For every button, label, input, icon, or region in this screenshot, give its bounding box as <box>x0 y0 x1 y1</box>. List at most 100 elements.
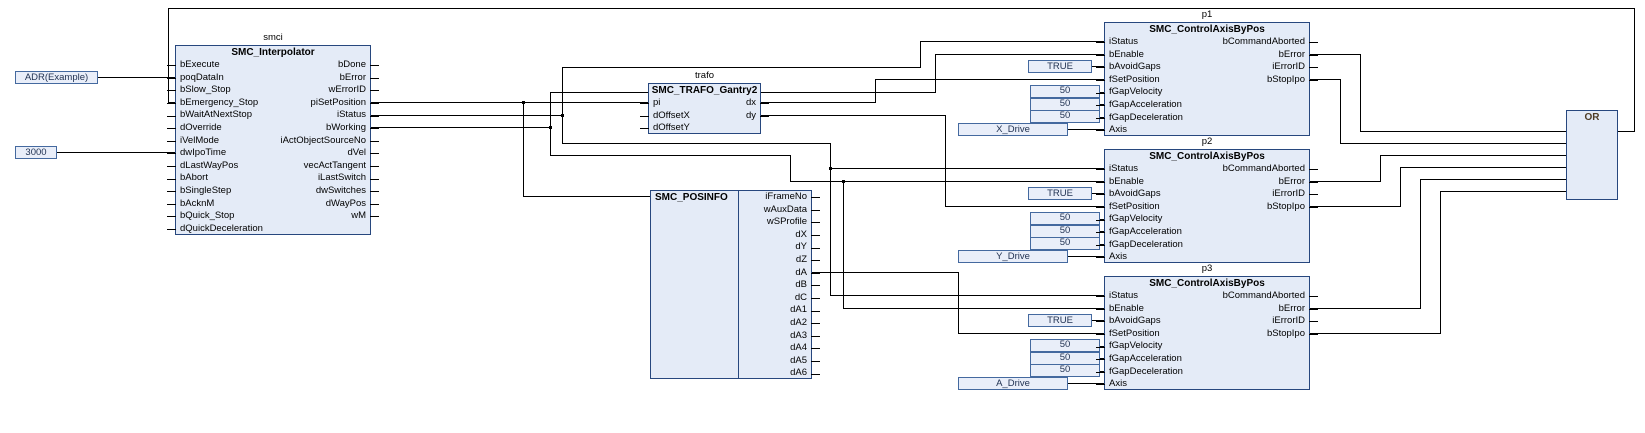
pin-iActObjectSourceNo[interactable]: iActObjectSourceNo <box>180 135 366 148</box>
pin-bDone[interactable]: bDone <box>180 59 366 72</box>
pin-dA2[interactable]: dA2 <box>742 317 807 330</box>
pin-wSProfile[interactable]: wSProfile <box>742 216 807 229</box>
literal-gap-deceleration-p2[interactable]: 50 <box>1030 237 1100 250</box>
wire <box>550 155 790 156</box>
literal-gap-velocity-p1[interactable]: 50 <box>1030 85 1100 98</box>
pin-dA4[interactable]: dA4 <box>742 342 807 355</box>
pin-bError[interactable]: bError <box>180 72 366 85</box>
block-smc-interpolator[interactable]: SMC_Interpolator bExecute poqDataIn bSlo… <box>175 45 371 235</box>
pin-dWayPos[interactable]: dWayPos <box>180 198 366 211</box>
pin-dZ[interactable]: dZ <box>742 254 807 267</box>
wire <box>371 127 550 128</box>
pin-fGapAcceleration[interactable]: fGapAcceleration <box>1109 99 1305 112</box>
pin-dVel[interactable]: dVel <box>180 147 366 160</box>
wire <box>875 79 1104 80</box>
pin-wErrorID[interactable]: wErrorID <box>180 84 366 97</box>
pin-iStatus[interactable]: iStatus <box>180 109 366 122</box>
pin-dA3[interactable]: dA3 <box>742 330 807 343</box>
pin-Axis[interactable]: Axis <box>1109 251 1305 264</box>
wire <box>1310 308 1420 309</box>
block-control-axis-p2[interactable]: SMC_ControlAxisByPos iStatus bEnable bAv… <box>1104 149 1310 263</box>
pin-dA[interactable]: dA <box>742 267 807 280</box>
literal-gap-deceleration-p3[interactable]: 50 <box>1030 364 1100 377</box>
pin-fGapDeceleration[interactable]: fGapDeceleration <box>1109 112 1305 125</box>
pin-fGapVelocity[interactable]: fGapVelocity <box>1109 213 1305 226</box>
wire <box>1360 131 1566 132</box>
block-title: SMC_ControlAxisByPos <box>1105 150 1309 163</box>
pin-fGapDeceleration[interactable]: fGapDeceleration <box>1109 366 1305 379</box>
literal-adr-example[interactable]: ADR(Example) <box>15 71 98 84</box>
wire <box>371 115 562 116</box>
pin-bStopIpo[interactable]: bStopIpo <box>1109 328 1305 341</box>
pin-dA5[interactable]: dA5 <box>742 355 807 368</box>
instance-label-p3[interactable]: p3 <box>1104 263 1310 275</box>
literal-gap-acceleration-p2[interactable]: 50 <box>1030 225 1100 238</box>
block-title: SMC_POSINFO <box>655 192 728 203</box>
block-smc-posinfo[interactable]: SMC_POSINFO iFrameNo wAuxData wSProfile … <box>650 190 812 379</box>
instance-label-smci[interactable]: smci <box>175 32 371 44</box>
divider <box>738 191 739 378</box>
wire <box>920 41 921 68</box>
literal-true-p1[interactable]: TRUE <box>1028 60 1092 73</box>
pin-dA1[interactable]: dA1 <box>742 304 807 317</box>
pin-bError[interactable]: bError <box>1109 49 1305 62</box>
pin-iErrorID[interactable]: iErrorID <box>1109 61 1305 74</box>
pin-fGapAcceleration[interactable]: fGapAcceleration <box>1109 226 1305 239</box>
block-control-axis-p1[interactable]: SMC_ControlAxisByPos iStatus bEnable bAv… <box>1104 22 1310 136</box>
pin-fGapDeceleration[interactable]: fGapDeceleration <box>1109 239 1305 252</box>
pin-vecActTangent[interactable]: vecActTangent <box>180 160 366 173</box>
wire <box>562 115 563 144</box>
wire <box>1310 181 1380 182</box>
pin-bError[interactable]: bError <box>1109 303 1305 316</box>
pin-dC[interactable]: dC <box>742 292 807 305</box>
pin-iLastSwitch[interactable]: iLastSwitch <box>180 172 366 185</box>
literal-x-drive[interactable]: X_Drive <box>958 123 1068 136</box>
pin-Axis[interactable]: Axis <box>1109 378 1305 391</box>
pin-dQuickDeceleration[interactable]: dQuickDeceleration <box>180 223 366 236</box>
literal-gap-velocity-p3[interactable]: 50 <box>1030 339 1100 352</box>
pin-bCommandAborted[interactable]: bCommandAborted <box>1109 36 1305 49</box>
pin-dB[interactable]: dB <box>742 279 807 292</box>
literal-true-p2[interactable]: TRUE <box>1028 187 1092 200</box>
pin-dwSwitches[interactable]: dwSwitches <box>180 185 366 198</box>
pin-bError[interactable]: bError <box>1109 176 1305 189</box>
pin-fGapVelocity[interactable]: fGapVelocity <box>1109 86 1305 99</box>
pin-dx[interactable]: dx <box>653 97 756 110</box>
literal-gap-velocity-p2[interactable]: 50 <box>1030 212 1100 225</box>
literal-gap-acceleration-p3[interactable]: 50 <box>1030 352 1100 365</box>
instance-label-p2[interactable]: p2 <box>1104 136 1310 148</box>
wire <box>1360 54 1361 132</box>
block-control-axis-p3[interactable]: SMC_ControlAxisByPos iStatus bEnable bAv… <box>1104 276 1310 390</box>
pin-piSetPosition[interactable]: piSetPosition <box>180 97 366 110</box>
pin-dy[interactable]: dy <box>653 110 756 123</box>
instance-label-trafo[interactable]: trafo <box>648 70 761 82</box>
pin-dOffsetY[interactable]: dOffsetY <box>653 122 756 135</box>
literal-a-drive[interactable]: A_Drive <box>958 377 1068 390</box>
pin-dA6[interactable]: dA6 <box>742 367 807 380</box>
pin-bWorking[interactable]: bWorking <box>180 122 366 135</box>
pin-bCommandAborted[interactable]: bCommandAborted <box>1109 163 1305 176</box>
pin-iFrameNo[interactable]: iFrameNo <box>742 191 807 204</box>
pin-fGapVelocity[interactable]: fGapVelocity <box>1109 340 1305 353</box>
pin-bStopIpo[interactable]: bStopIpo <box>1109 201 1305 214</box>
pin-bCommandAborted[interactable]: bCommandAborted <box>1109 290 1305 303</box>
literal-true-p3[interactable]: TRUE <box>1028 314 1092 327</box>
block-title: SMC_Interpolator <box>176 46 370 59</box>
pin-bStopIpo[interactable]: bStopIpo <box>1109 74 1305 87</box>
instance-label-p1[interactable]: p1 <box>1104 9 1310 21</box>
block-smc-trafo-gantry2[interactable]: SMC_TRAFO_Gantry2 pi dOffsetX dOffsetY d… <box>648 83 761 134</box>
literal-gap-acceleration-p1[interactable]: 50 <box>1030 98 1100 111</box>
pin-iErrorID[interactable]: iErrorID <box>1109 188 1305 201</box>
pin-iErrorID[interactable]: iErrorID <box>1109 315 1305 328</box>
pin-dX[interactable]: dX <box>742 229 807 242</box>
pin-fGapAcceleration[interactable]: fGapAcceleration <box>1109 353 1305 366</box>
literal-ipo-time[interactable]: 3000 <box>15 146 57 159</box>
wire <box>843 308 1104 309</box>
literal-y-drive[interactable]: Y_Drive <box>958 250 1068 263</box>
pin-wAuxData[interactable]: wAuxData <box>742 204 807 217</box>
pin-Axis[interactable]: Axis <box>1109 124 1305 137</box>
literal-gap-deceleration-p1[interactable]: 50 <box>1030 110 1100 123</box>
block-or[interactable]: OR <box>1566 110 1618 200</box>
pin-wM[interactable]: wM <box>180 210 366 223</box>
pin-dY[interactable]: dY <box>742 241 807 254</box>
